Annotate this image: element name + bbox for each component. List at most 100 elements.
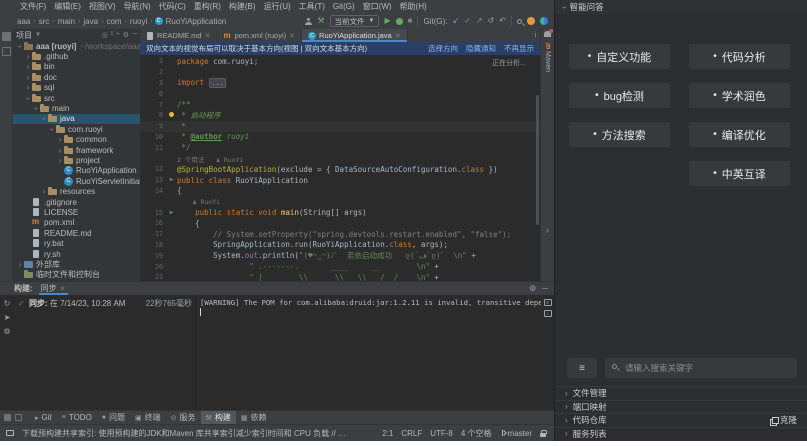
tab-close-icon[interactable]: ✕ xyxy=(205,32,211,40)
git-history-icon[interactable]: ↺ xyxy=(488,17,495,25)
version-control-stripe-icon[interactable] xyxy=(4,414,11,421)
build-hide-icon[interactable]: ─ xyxy=(542,284,548,293)
breadcrumb-item[interactable]: src xyxy=(38,17,51,26)
tool-window-构建[interactable]: ⚒构建 xyxy=(201,411,236,425)
tree-chevron-icon[interactable]: › xyxy=(24,73,32,82)
menu-item[interactable]: 代码(C) xyxy=(155,1,190,12)
caret-position[interactable]: 2:1 xyxy=(382,429,393,438)
tree-item-ruoyiapplication[interactable]: RuoYiApplication xyxy=(13,166,140,176)
menu-item[interactable]: 帮助(H) xyxy=(396,1,431,12)
build-tab-sync[interactable]: 同步✕ xyxy=(39,282,68,295)
run-line-icon[interactable]: ▶ xyxy=(166,210,177,216)
menu-item[interactable]: 运行(U) xyxy=(260,1,295,12)
assistant-button-3[interactable]: bug检测 xyxy=(569,83,670,108)
maven-tool-button[interactable]: mMaven xyxy=(544,43,551,72)
tree-item-ruoyiservletinitializer[interactable]: RuoYiServletInitializer xyxy=(13,176,140,186)
tree-chevron-icon[interactable]: › xyxy=(16,260,24,269)
tree-item-ry.sh[interactable]: ry.sh xyxy=(13,249,140,259)
locate-file-icon[interactable]: ◎ xyxy=(102,31,108,39)
menu-item[interactable]: 工具(T) xyxy=(295,1,329,12)
tree-item-[interactable]: 临时文件和控制台 xyxy=(13,270,140,280)
run-arrow-icon[interactable]: ▶ xyxy=(170,176,174,183)
assistant-button-7[interactable]: 中英互译 xyxy=(689,161,790,186)
indent-setting[interactable]: 4 个空格 xyxy=(461,428,492,439)
tree-item-common[interactable]: ›common xyxy=(13,135,140,145)
tree-item-doc[interactable]: ›doc xyxy=(13,72,140,82)
editor-scrollbar[interactable] xyxy=(536,95,539,225)
resync-icon[interactable]: ↻ xyxy=(4,299,11,308)
menu-item[interactable]: 视图(V) xyxy=(85,1,120,12)
run-arrow-icon[interactable]: ▶ xyxy=(170,209,174,216)
assistant-button-5[interactable]: 方法搜索 xyxy=(569,122,670,147)
banner-action-hide-notification[interactable]: 隐藏通知 xyxy=(466,43,496,54)
tree-chevron-icon[interactable]: › xyxy=(56,135,64,144)
info-icon[interactable]: i xyxy=(534,32,536,39)
breadcrumb-item[interactable]: main xyxy=(57,17,76,26)
intention-bulb-icon[interactable] xyxy=(166,112,177,119)
assistant-search-input[interactable] xyxy=(605,358,797,378)
tool-window-依赖[interactable]: ▦依赖 xyxy=(236,411,272,425)
tree-item-[interactable]: ›外部库 xyxy=(13,259,140,269)
readonly-lock-icon[interactable] xyxy=(540,430,546,437)
stop-button[interactable]: ■ xyxy=(408,17,413,25)
breadcrumb-item[interactable]: com xyxy=(105,17,122,26)
tree-item-bin[interactable]: ›bin xyxy=(13,62,140,72)
git-rollback-icon[interactable]: ↶ xyxy=(499,17,506,25)
tool-window-git[interactable]: ▸Git xyxy=(30,411,57,425)
menu-item[interactable]: Git(G) xyxy=(329,2,359,11)
debug-button[interactable] xyxy=(396,18,403,25)
breadcrumb-item[interactable]: aaa xyxy=(16,17,31,26)
build-settings-icon[interactable]: ⚙ xyxy=(529,284,536,293)
tree-item-.github[interactable]: ›.github xyxy=(13,51,140,61)
tree-chevron-icon[interactable]: › xyxy=(40,187,48,196)
project-title[interactable]: 项目 xyxy=(16,30,32,41)
tab-close-icon[interactable]: ✕ xyxy=(289,32,295,40)
scroll-to-end-icon[interactable]: ↓ xyxy=(544,310,552,317)
tree-chevron-icon[interactable]: › xyxy=(24,52,32,61)
banner-action-choose-direction[interactable]: 选择方向 xyxy=(428,43,458,54)
user-profile-icon[interactable] xyxy=(305,18,312,25)
tree-item-src[interactable]: ›src xyxy=(13,93,140,103)
tool-window-todo[interactable]: ≡TODO xyxy=(57,411,97,425)
bookmarks-tool-icon[interactable] xyxy=(2,47,11,56)
expand-panel-chevron-icon[interactable]: › xyxy=(546,225,549,235)
tree-item-aaaruoyi[interactable]: ›aaa [ruoyi]~/workspace/aaa xyxy=(13,41,140,51)
menu-item[interactable]: 编辑(E) xyxy=(50,1,85,12)
tree-item-license[interactable]: LICENSE xyxy=(13,207,140,217)
tree-item-com.ruoyi[interactable]: ›com.ruoyi xyxy=(13,124,140,134)
clone-button[interactable]: 克隆 xyxy=(770,414,797,426)
tree-chevron-icon[interactable]: › xyxy=(56,156,64,165)
assistant-header[interactable]: › 智能问答 xyxy=(555,0,807,14)
banner-action-dont-show[interactable]: 不再显示 xyxy=(504,43,534,54)
tree-item-pom.xml[interactable]: pom.xml xyxy=(13,218,140,228)
file-encoding[interactable]: UTF-8 xyxy=(430,429,453,438)
breadcrumb-item[interactable]: java xyxy=(82,17,99,26)
hide-panel-icon[interactable]: ─ xyxy=(132,31,137,39)
menu-item[interactable]: 文件(F) xyxy=(16,1,50,12)
run-line-icon[interactable]: ▶ xyxy=(166,177,177,183)
search-everywhere-icon[interactable] xyxy=(517,19,522,24)
section-文件管理[interactable]: ›文件管理 xyxy=(555,386,807,400)
git-push-icon[interactable]: ↗ xyxy=(476,17,483,25)
tree-chevron-icon[interactable]: › xyxy=(24,83,32,92)
breadcrumb-item[interactable]: ruoyi xyxy=(129,17,148,26)
tree-item-sql[interactable]: ›sql xyxy=(13,83,140,93)
build-options-icon[interactable]: ⚙ xyxy=(3,327,10,336)
menu-item[interactable]: 构建(B) xyxy=(225,1,260,12)
tree-item-resources[interactable]: ›resources xyxy=(13,186,140,196)
tree-item-framework[interactable]: ›framework xyxy=(13,145,140,155)
build-log[interactable]: [WARNING] The POM for com.alibaba:druid:… xyxy=(195,295,541,410)
git-update-icon[interactable]: ↙ xyxy=(452,17,459,25)
assistant-menu-button[interactable]: ≡ xyxy=(567,358,597,378)
filter-icon[interactable]: ➤ xyxy=(4,313,11,322)
breadcrumb-item[interactable]: RuoYiApplication xyxy=(165,17,228,26)
section-端口映射[interactable]: ›端口映射 xyxy=(555,400,807,414)
tree-item-ry.bat[interactable]: ry.bat xyxy=(13,238,140,248)
run-configuration-select[interactable]: 当前文件▼ xyxy=(330,15,380,27)
tool-window-服务[interactable]: ⊙服务 xyxy=(166,411,201,425)
assistant-button-4[interactable]: 学术润色 xyxy=(689,83,790,108)
settings-icon[interactable]: ⚙ xyxy=(123,31,129,39)
notifications-bell-icon[interactable] xyxy=(544,31,551,37)
tab-ruoyiapplicationjava[interactable]: RuoYiApplication.java✕ xyxy=(302,29,408,42)
tree-item-readme.md[interactable]: README.md xyxy=(13,228,140,238)
